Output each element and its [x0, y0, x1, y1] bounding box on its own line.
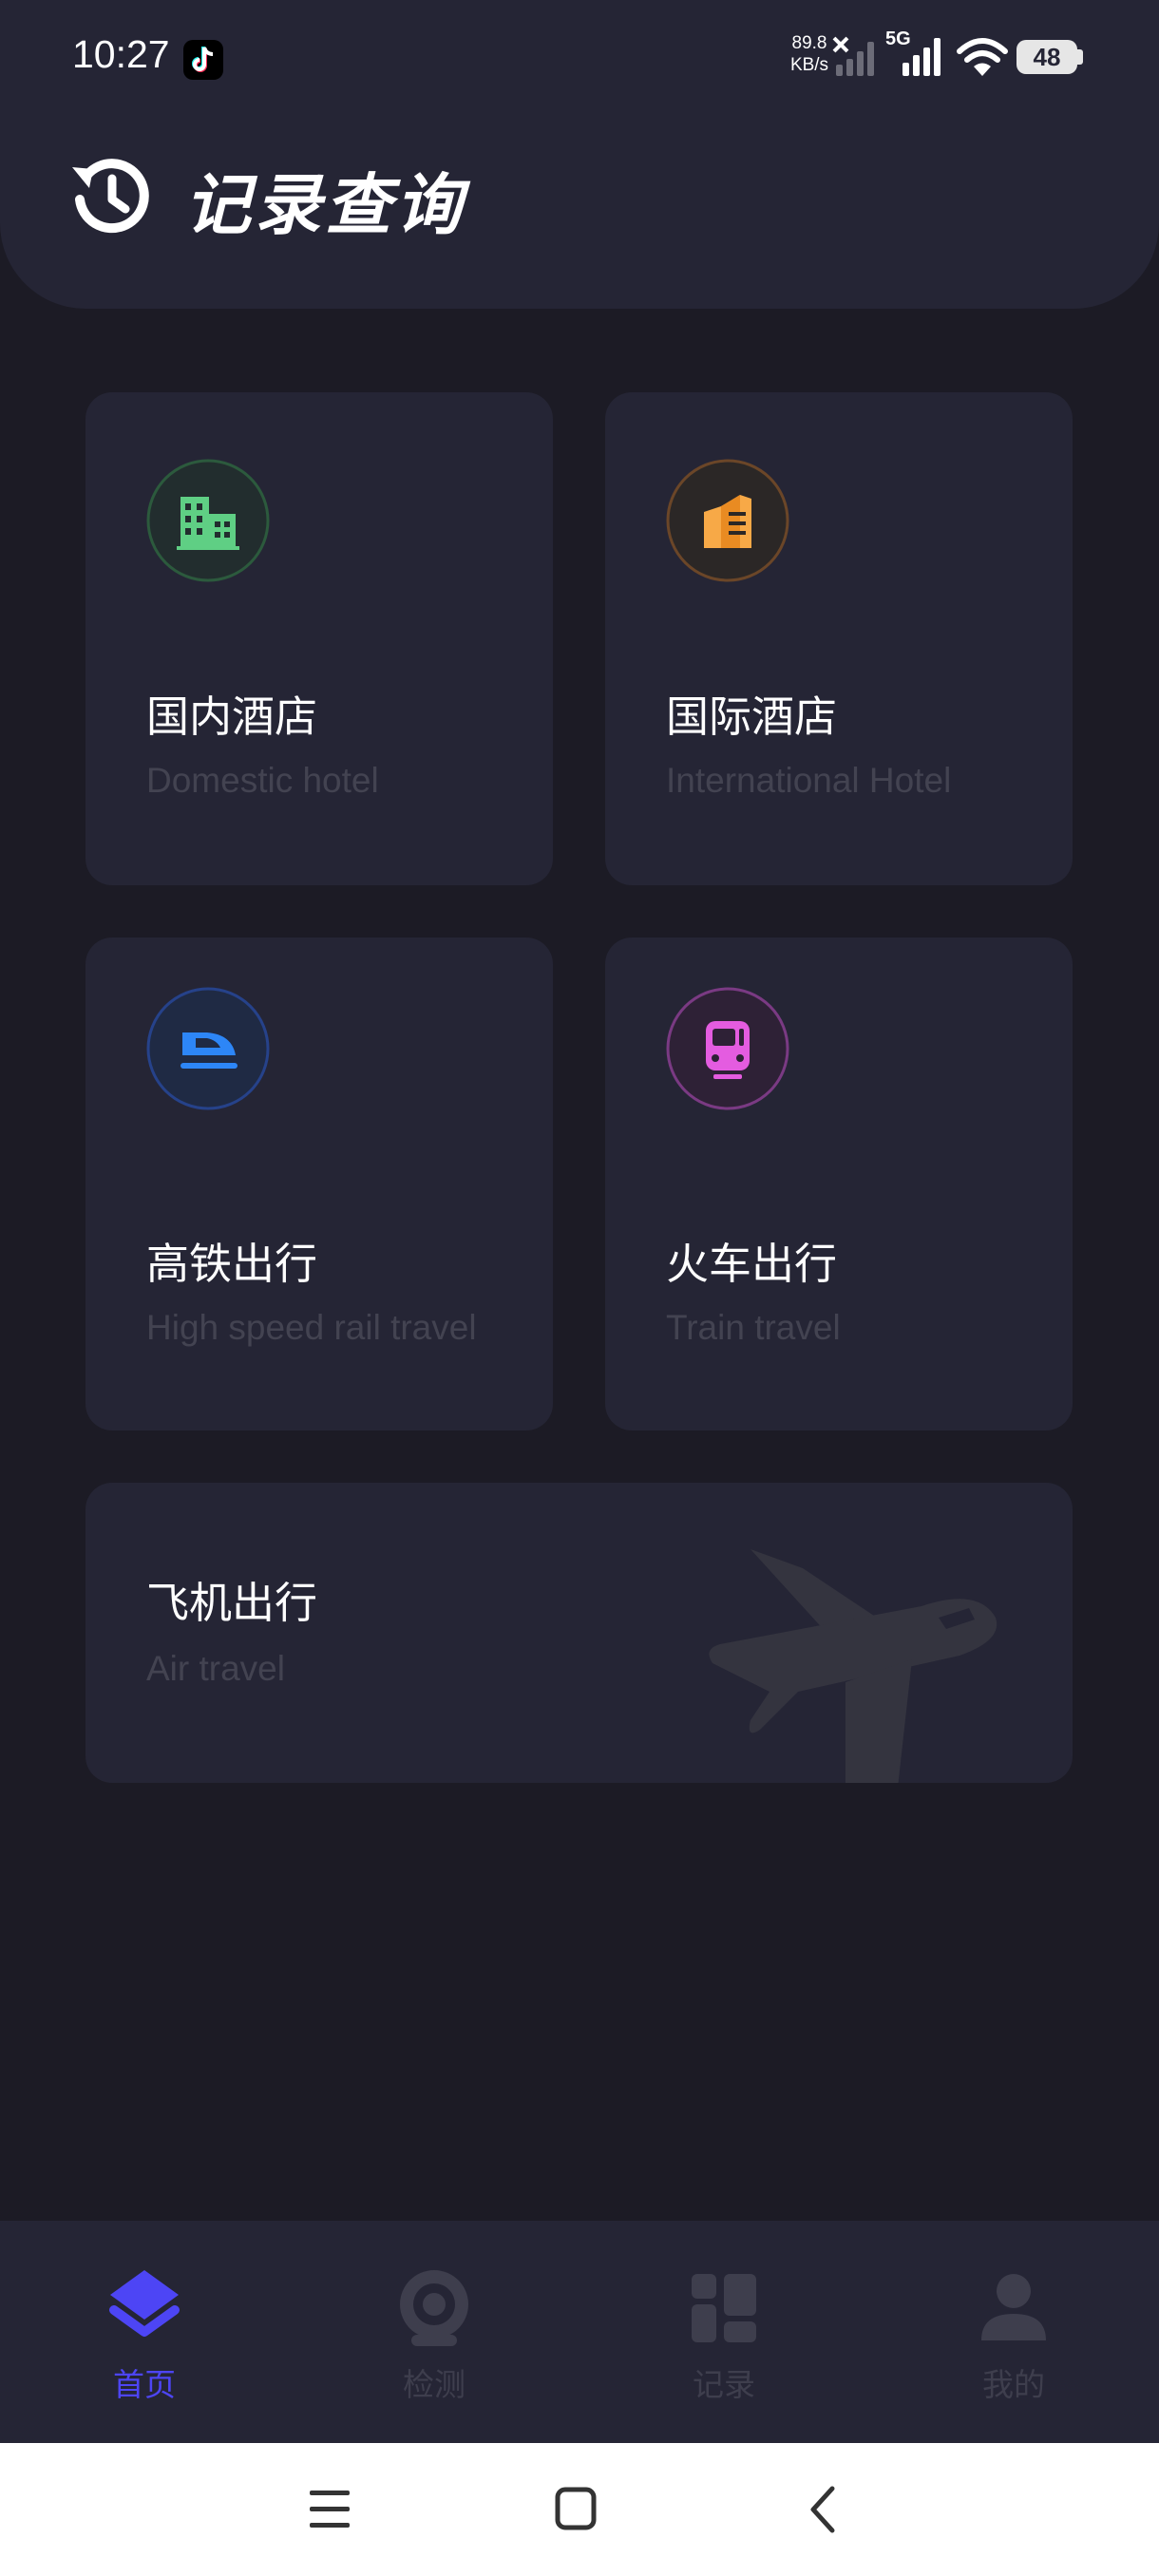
history-icon: [72, 159, 149, 234]
card-high-speed-rail[interactable]: 高铁出行 High speed rail travel: [86, 938, 553, 1430]
tab-records[interactable]: 记录: [629, 2221, 819, 2443]
hotel-building-icon: [146, 459, 270, 582]
bottom-nav: 首页 检测 记录 我的: [0, 2221, 1159, 2443]
card-subtitle: Air travel: [146, 1649, 285, 1688]
card-domestic-hotel[interactable]: 国内酒店 Domestic hotel: [86, 392, 553, 885]
tab-mine[interactable]: 我的: [919, 2221, 1109, 2443]
tab-detect-label: 检测: [403, 2366, 466, 2403]
network-speed-unit: KB/s: [789, 55, 829, 75]
user-icon: [981, 2274, 1046, 2340]
high-speed-train-icon: [146, 987, 270, 1110]
card-international-hotel[interactable]: 国际酒店 International Hotel: [605, 392, 1073, 885]
card-title: 飞机出行: [146, 1578, 318, 1628]
network-speed: 89.8 KB/s: [781, 32, 838, 76]
layers-icon: [109, 2270, 180, 2337]
camera-icon: [400, 2270, 468, 2346]
network-speed-value: 89.8: [791, 33, 827, 53]
menu-icon[interactable]: [306, 2481, 353, 2538]
airplane-icon: [709, 1549, 998, 1783]
signal-no-service-icon: [832, 36, 874, 76]
tab-home-label: 首页: [113, 2366, 176, 2403]
home-icon[interactable]: [553, 2481, 600, 2538]
back-icon[interactable]: [800, 2481, 847, 2538]
tiktok-notification-icon: [183, 40, 223, 80]
train-icon: [666, 987, 789, 1110]
battery-tip: [1077, 49, 1083, 65]
status-bar: 10:27 89.8 KB/s 5G 48: [0, 0, 1159, 114]
signal-icon: [902, 38, 940, 76]
grid-icon: [692, 2274, 756, 2342]
wifi-icon: [957, 38, 1008, 76]
card-train-travel[interactable]: 火车出行 Train travel: [605, 938, 1073, 1430]
card-air-travel[interactable]: 飞机出行 Air travel: [86, 1483, 1073, 1783]
tab-records-label: 记录: [693, 2366, 755, 2403]
card-subtitle: High speed rail travel: [146, 1308, 477, 1347]
international-building-icon: [666, 459, 789, 582]
header: 10:27 89.8 KB/s 5G 48 记录查询: [0, 0, 1159, 309]
page-title: 记录查询: [184, 166, 466, 244]
card-subtitle: International Hotel: [666, 761, 952, 800]
card-subtitle: Domestic hotel: [146, 761, 379, 800]
tab-detect[interactable]: 检测: [339, 2221, 529, 2443]
card-title: 高铁出行: [146, 1239, 318, 1289]
card-title: 国内酒店: [146, 691, 318, 742]
system-navigation-bar: [0, 2443, 1159, 2576]
tab-home[interactable]: 首页: [49, 2221, 239, 2443]
tab-mine-label: 我的: [982, 2366, 1045, 2403]
status-time: 10:27: [72, 32, 170, 76]
battery-indicator: 48: [1016, 40, 1077, 74]
card-title: 火车出行: [666, 1239, 838, 1289]
card-subtitle: Train travel: [666, 1308, 841, 1347]
card-title: 国际酒店: [666, 691, 838, 742]
